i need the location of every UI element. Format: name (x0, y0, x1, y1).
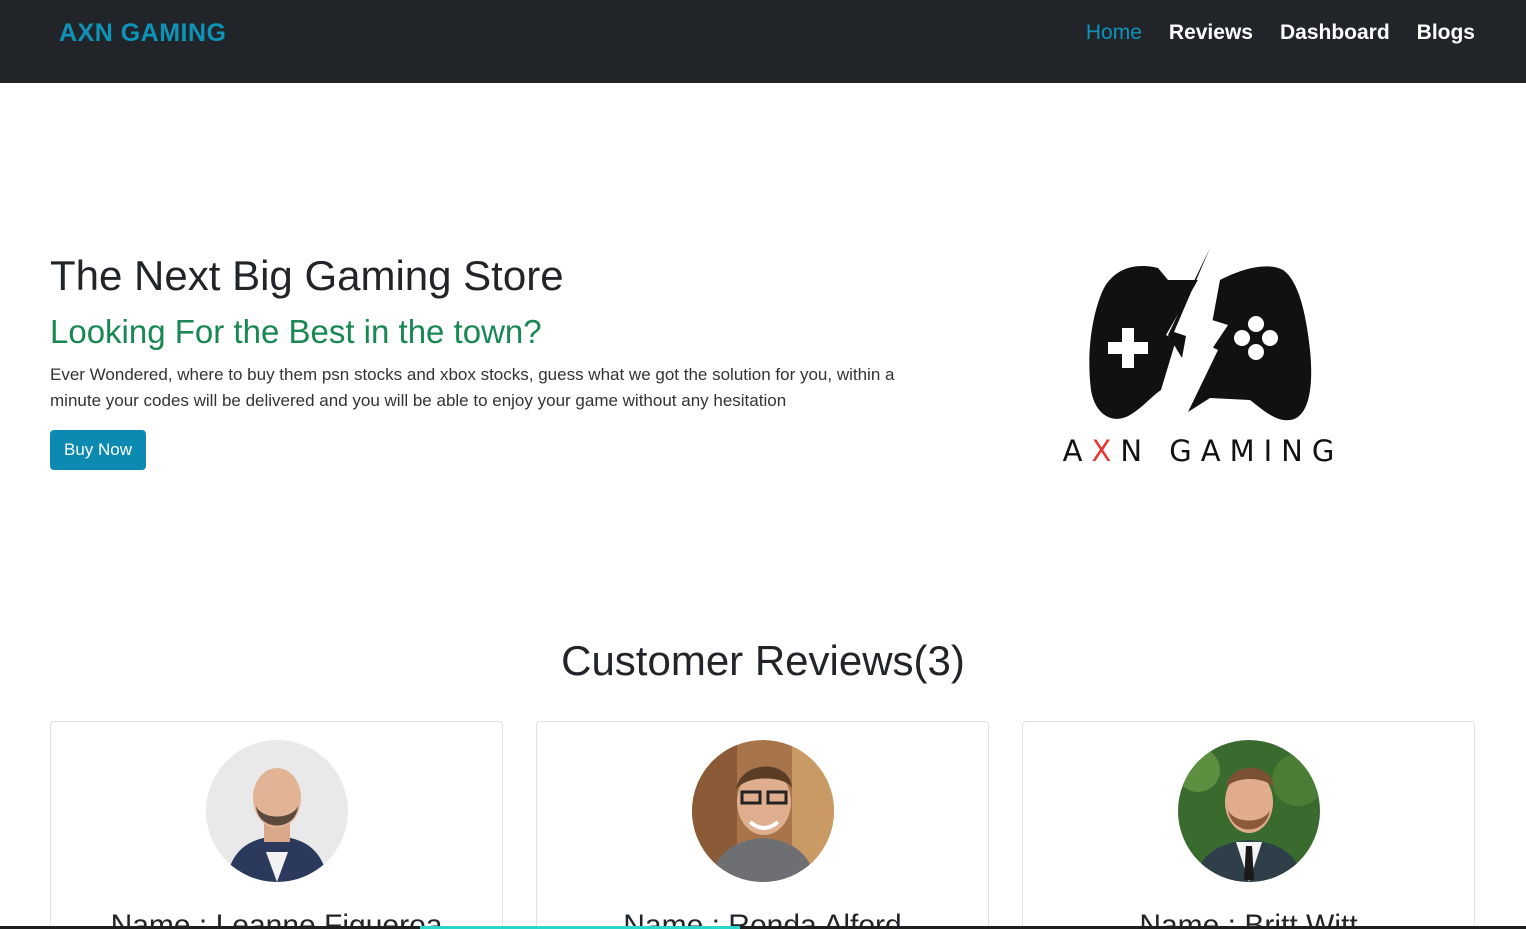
buy-now-button[interactable]: Buy Now (50, 430, 146, 470)
nav-link-dashboard[interactable]: Dashboard (1280, 19, 1390, 47)
nav-link-blogs[interactable]: Blogs (1417, 19, 1475, 47)
review-card: Name : Leanne Figueroa (50, 721, 503, 929)
hero-title: The Next Big Gaming Store (50, 252, 564, 299)
hero-description: Ever Wondered, where to buy them psn sto… (50, 365, 895, 410)
reviews-heading: Customer Reviews(3) (561, 637, 965, 684)
logo-wordmark: AXN GAMING (1062, 434, 1344, 468)
navbar: AXN GAMING Home Reviews Dashboard Blogs (0, 0, 1526, 83)
nav-link-home[interactable]: Home (1086, 19, 1142, 47)
avatar (1178, 740, 1320, 882)
review-card: Name : Ronda Alford (536, 721, 989, 929)
nav-link-reviews[interactable]: Reviews (1169, 19, 1253, 47)
axn-gaming-logo: AXN GAMING (1058, 240, 1348, 470)
avatar (692, 740, 834, 882)
nav-links: Home Reviews Dashboard Blogs (1086, 19, 1475, 47)
brand-logo-link[interactable]: AXN GAMING (59, 18, 227, 48)
hero-subtitle: Looking For the Best in the town? (50, 313, 542, 350)
avatar (206, 740, 348, 882)
review-card: Name : Britt Witt (1022, 721, 1475, 929)
gamepad-lightning-icon (1089, 248, 1312, 421)
